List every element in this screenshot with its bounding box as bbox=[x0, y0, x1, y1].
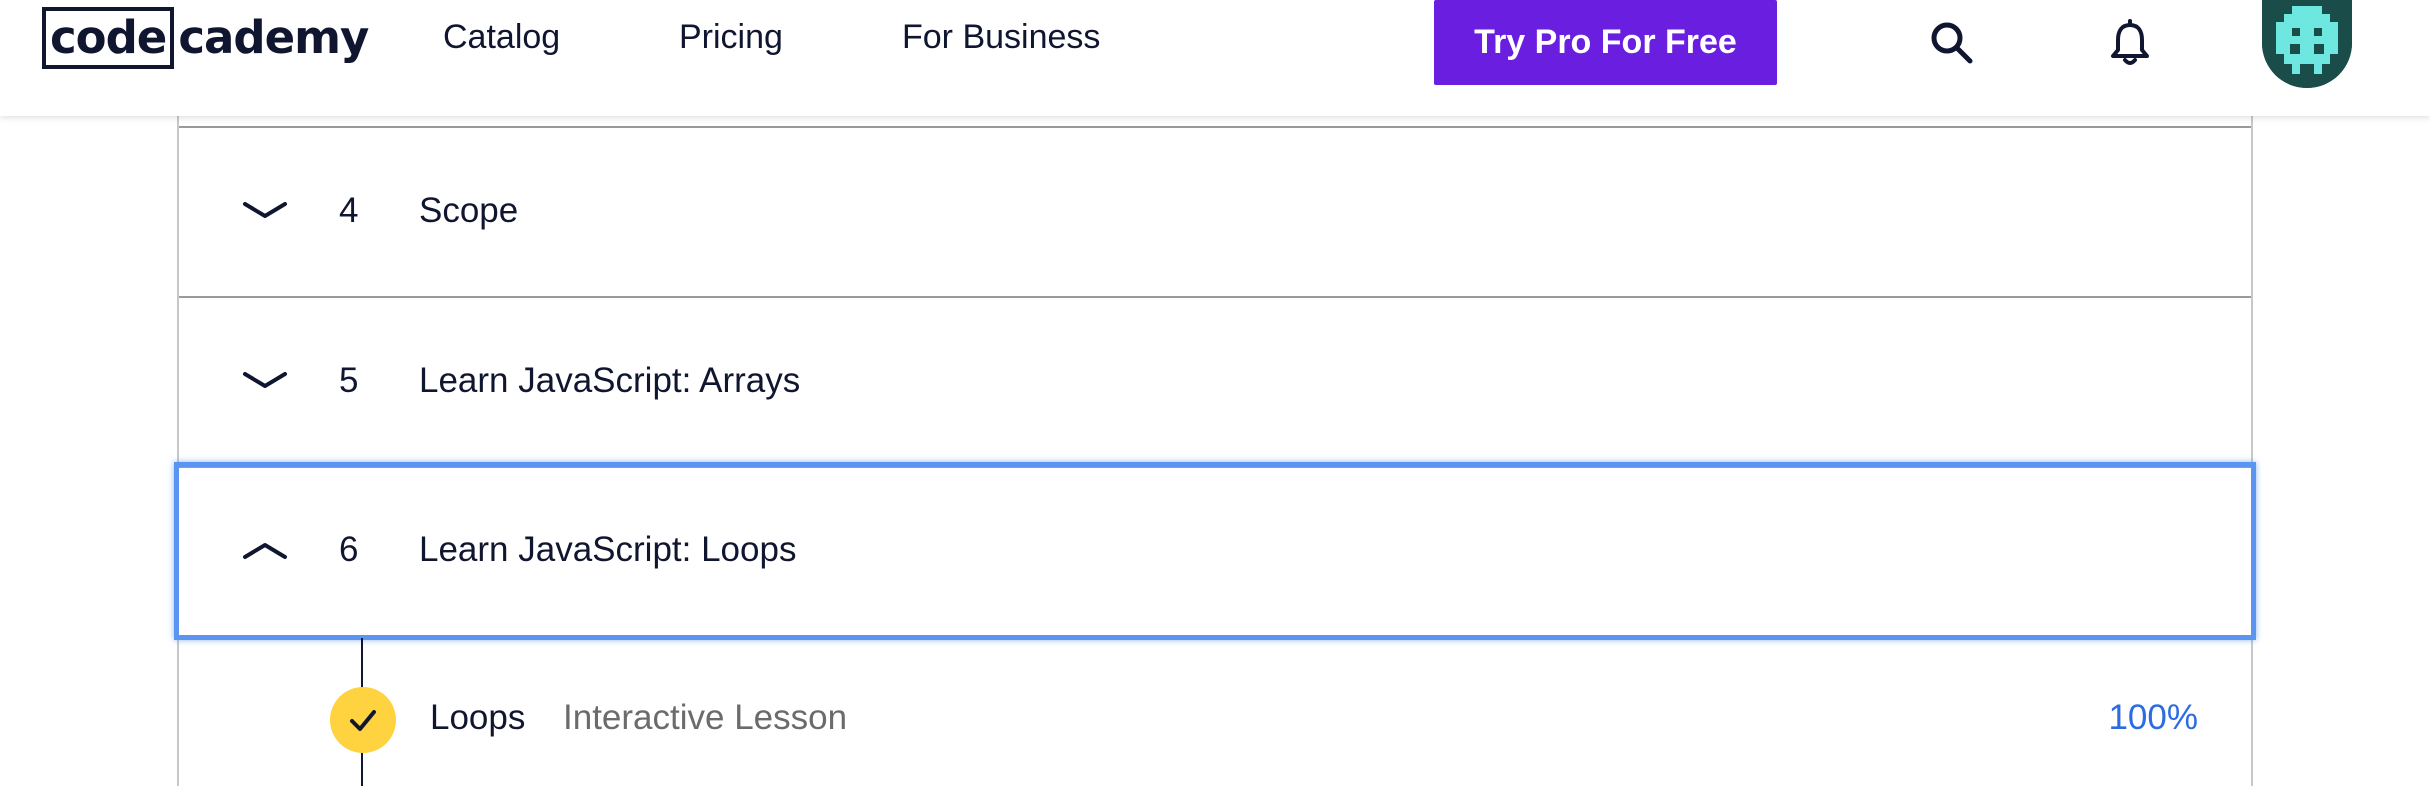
chevron-up-icon bbox=[243, 543, 287, 559]
logo-rest-text: cademy bbox=[178, 11, 369, 64]
nav-catalog[interactable]: Catalog bbox=[443, 18, 560, 57]
codecademy-logo[interactable]: code cademy bbox=[42, 7, 369, 69]
chevron-down-icon bbox=[243, 372, 287, 388]
module-title: Learn JavaScript: Arrays bbox=[419, 361, 801, 400]
top-nav-bar: code cademy Catalog Pricing For Business … bbox=[0, 0, 2430, 116]
lesson-type: Interactive Lesson bbox=[563, 698, 848, 737]
module-number: 6 bbox=[339, 530, 359, 569]
completed-check-icon bbox=[330, 687, 396, 753]
module-row-loops[interactable]: 6 Learn JavaScript: Loops bbox=[174, 462, 2256, 640]
module-title: Scope bbox=[419, 191, 519, 230]
lesson-progress: 100% bbox=[2108, 698, 2198, 737]
lesson-row-loops[interactable]: Loops Interactive Lesson 100% bbox=[177, 680, 2253, 760]
chevron-down-icon bbox=[243, 202, 287, 218]
user-avatar[interactable] bbox=[2262, 0, 2352, 88]
module-row-scope[interactable]: 4 Scope bbox=[179, 128, 2251, 298]
nav-for-business[interactable]: For Business bbox=[902, 18, 1100, 57]
try-pro-button[interactable]: Try Pro For Free bbox=[1434, 0, 1777, 85]
bell-icon[interactable] bbox=[2100, 13, 2160, 73]
search-icon[interactable] bbox=[1922, 13, 1982, 73]
lesson-title: Loops bbox=[430, 698, 526, 737]
logo-boxed-text: code bbox=[42, 7, 175, 69]
module-row-arrays[interactable]: 5 Learn JavaScript: Arrays bbox=[179, 298, 2251, 468]
module-number: 5 bbox=[339, 361, 359, 400]
module-number: 4 bbox=[339, 191, 359, 230]
module-title: Learn JavaScript: Loops bbox=[419, 530, 797, 569]
nav-pricing[interactable]: Pricing bbox=[679, 18, 783, 57]
